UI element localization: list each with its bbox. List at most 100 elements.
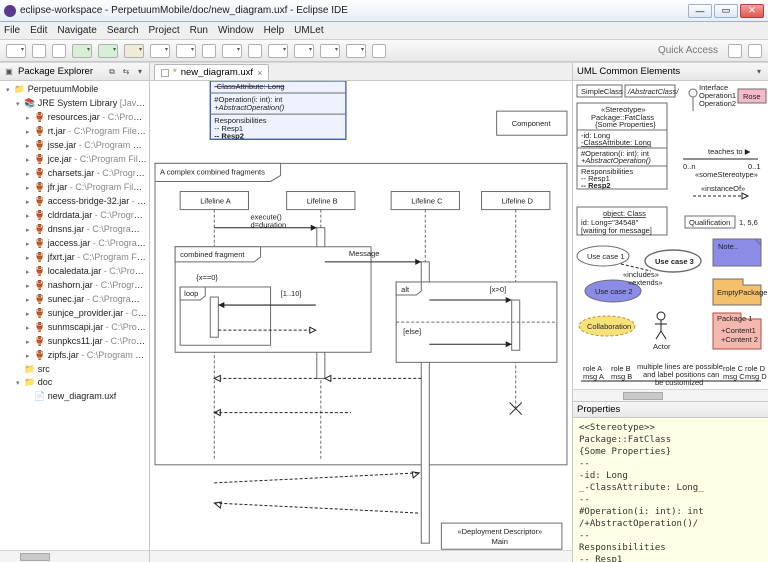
jar-node[interactable]: ▸🏺 sunec.jar - C:\Program Files (x86)\… [0, 293, 149, 307]
menu-umlet[interactable]: UMLet [294, 25, 323, 36]
svg-text:Use case 1: Use case 1 [587, 252, 625, 261]
properties-text[interactable]: <<Stereotype>> Package::FatClass {Some P… [573, 418, 768, 562]
menu-navigate[interactable]: Navigate [57, 25, 96, 36]
doc-file-node[interactable]: 📄 new_diagram.uxf [0, 390, 149, 403]
debug-button[interactable] [72, 44, 92, 58]
tab-new-diagram[interactable]: * new_diagram.uxf × [154, 64, 269, 80]
svg-text:Lifeline A: Lifeline A [200, 197, 231, 206]
menu-help[interactable]: Help [264, 25, 285, 36]
jar-node[interactable]: ▸🏺 nashorn.jar - C:\Program Files (x86)\… [0, 279, 149, 293]
svg-text:-- Resp2: -- Resp2 [214, 131, 244, 140]
link-editor-icon[interactable]: ⇆ [121, 67, 131, 77]
svg-text:Lifeline B: Lifeline B [307, 197, 338, 206]
jar-node[interactable]: ▸🏺 jfr.jar - C:\Program Files (x86)\… [0, 181, 149, 195]
svg-text:[waiting for message]: [waiting for message] [581, 226, 652, 235]
svg-text:+Content1: +Content1 [721, 326, 756, 335]
canvas-scrollbar-horizontal[interactable] [150, 550, 572, 562]
new-package-button[interactable] [150, 44, 170, 58]
jar-node[interactable]: ▸🏺 zipfs.jar - C:\Program Files (x86)\… [0, 349, 149, 363]
new-class-button[interactable] [176, 44, 196, 58]
window-titlebar: eclipse-workspace - PerpetuumMobile/doc/… [0, 0, 768, 22]
ext-tools-button[interactable] [124, 44, 144, 58]
palette-scrollbar-horizontal[interactable] [573, 389, 768, 401]
svg-text:teaches to ▶: teaches to ▶ [708, 147, 752, 156]
menu-run[interactable]: Run [190, 25, 208, 36]
pin-button[interactable] [372, 44, 386, 58]
svg-text:Actor: Actor [653, 342, 671, 351]
project-node[interactable]: ▾📁 PerpetuumMobile [0, 83, 149, 97]
file-icon [161, 69, 169, 77]
quick-access[interactable]: Quick Access [654, 44, 722, 57]
jar-node[interactable]: ▸🏺 dnsns.jar - C:\Program Files (x86)\… [0, 223, 149, 237]
annotation-next-button[interactable] [268, 44, 288, 58]
maximize-button[interactable]: ▭ [714, 4, 738, 18]
jre-library-node[interactable]: ▾📚 JRE System Library [JavaSE-1.8] [0, 97, 149, 111]
jar-node[interactable]: ▸🏺 jce.jar - C:\Program Files (x86)\… [0, 153, 149, 167]
svg-text:msg C: msg C [723, 372, 745, 381]
svg-text:+AbstractOperation(): +AbstractOperation() [214, 103, 284, 112]
jar-node[interactable]: ▸🏺 localedata.jar - C:\Program Files (x8… [0, 265, 149, 279]
svg-text:be customized: be customized [655, 378, 703, 387]
menu-project[interactable]: Project [149, 25, 180, 36]
close-button[interactable]: ✕ [740, 4, 764, 18]
annotation-prev-button[interactable] [294, 44, 314, 58]
menu-file[interactable]: File [4, 25, 20, 36]
svg-text:/AbstractClass/: /AbstractClass/ [627, 87, 679, 96]
jar-node[interactable]: ▸🏺 sunjce_provider.jar - C:\Program File… [0, 307, 149, 321]
collapse-all-icon[interactable]: ⧉ [107, 67, 117, 77]
project-tree[interactable]: ▾📁 PerpetuumMobile ▾📚 JRE System Library… [0, 81, 149, 550]
menu-edit[interactable]: Edit [30, 25, 47, 36]
jar-node[interactable]: ▸🏺 resources.jar - C:\Program Files (x86… [0, 111, 149, 125]
explorer-scrollbar-horizontal[interactable] [0, 550, 149, 562]
dirty-indicator: * [173, 67, 177, 78]
properties-view: Properties <<Stereotype>> Package::FatCl… [573, 402, 768, 562]
jar-node[interactable]: ▸🏺 jaccess.jar - C:\Program Files (x86)\… [0, 237, 149, 251]
view-menu-icon[interactable]: ▾ [135, 67, 145, 77]
close-icon[interactable]: × [257, 68, 262, 78]
search-button[interactable] [222, 44, 242, 58]
jar-node[interactable]: ▸🏺 cldrdata.jar - C:\Program Files (x86)… [0, 209, 149, 223]
svg-text:SimpleClass: SimpleClass [581, 87, 623, 96]
svg-text:+AbstractOperation(): +AbstractOperation() [581, 156, 651, 165]
package-explorer-view: ▣ Package Explorer ⧉ ⇆ ▾ ▾📁 PerpetuumMob… [0, 63, 150, 562]
svg-text:«instanceOf»: «instanceOf» [701, 184, 745, 193]
svg-text:msg B: msg B [611, 372, 632, 381]
svg-text:Rose: Rose [743, 92, 761, 101]
menu-window[interactable]: Window [218, 25, 254, 36]
palette-dropdown-icon[interactable]: ▾ [754, 67, 764, 77]
editor-tabstrip: * new_diagram.uxf × [150, 63, 572, 81]
svg-text:A complex combined fragments: A complex combined fragments [160, 167, 265, 176]
jar-node[interactable]: ▸🏺 jfxrt.jar - C:\Program Files (x86)\… [0, 251, 149, 265]
jar-node[interactable]: ▸🏺 sunpkcs11.jar - C:\Program Files (x86… [0, 335, 149, 349]
back-button[interactable] [320, 44, 340, 58]
tab-label: new_diagram.uxf [181, 67, 253, 78]
new-button[interactable] [6, 44, 26, 58]
menu-search[interactable]: Search [107, 25, 139, 36]
svg-text:+Content 2: +Content 2 [721, 335, 758, 344]
jar-node[interactable]: ▸🏺 jsse.jar - C:\Program Files (x86)\… [0, 139, 149, 153]
jar-node[interactable]: ▸🏺 sunmscapi.jar - C:\Program Files (x86… [0, 321, 149, 335]
save-button[interactable] [32, 44, 46, 58]
diagram-canvas[interactable]: -ClassAttribute: Long #Operation(i: int)… [150, 81, 572, 550]
svg-text:Lifeline C: Lifeline C [411, 197, 443, 206]
save-all-button[interactable] [52, 44, 66, 58]
src-folder-node[interactable]: 📁 src [0, 363, 149, 376]
svg-text:msg A: msg A [583, 372, 604, 381]
jar-node[interactable]: ▸🏺 rt.jar - C:\Program Files (x86)\… [0, 125, 149, 139]
app-icon [4, 5, 16, 17]
open-type-button[interactable] [202, 44, 216, 58]
forward-button[interactable] [346, 44, 366, 58]
jar-node[interactable]: ▸🏺 access-bridge-32.jar - C:\Program Fil… [0, 195, 149, 209]
toggle-mark-button[interactable] [248, 44, 262, 58]
run-button[interactable] [98, 44, 118, 58]
doc-folder-node[interactable]: ▾📁 doc [0, 376, 149, 390]
minimize-button[interactable]: — [688, 4, 712, 18]
perspective-java-button[interactable] [728, 44, 742, 58]
properties-title: Properties [577, 404, 620, 415]
svg-text:msg D: msg D [745, 372, 767, 381]
svg-text:[else]: [else] [403, 327, 421, 336]
palette-canvas[interactable]: SimpleClass /AbstractClass/ Interface Op… [573, 81, 768, 389]
package-explorer-title: Package Explorer [18, 66, 93, 77]
jar-node[interactable]: ▸🏺 charsets.jar - C:\Program Files (x86)… [0, 167, 149, 181]
perspective-open-button[interactable] [748, 44, 762, 58]
